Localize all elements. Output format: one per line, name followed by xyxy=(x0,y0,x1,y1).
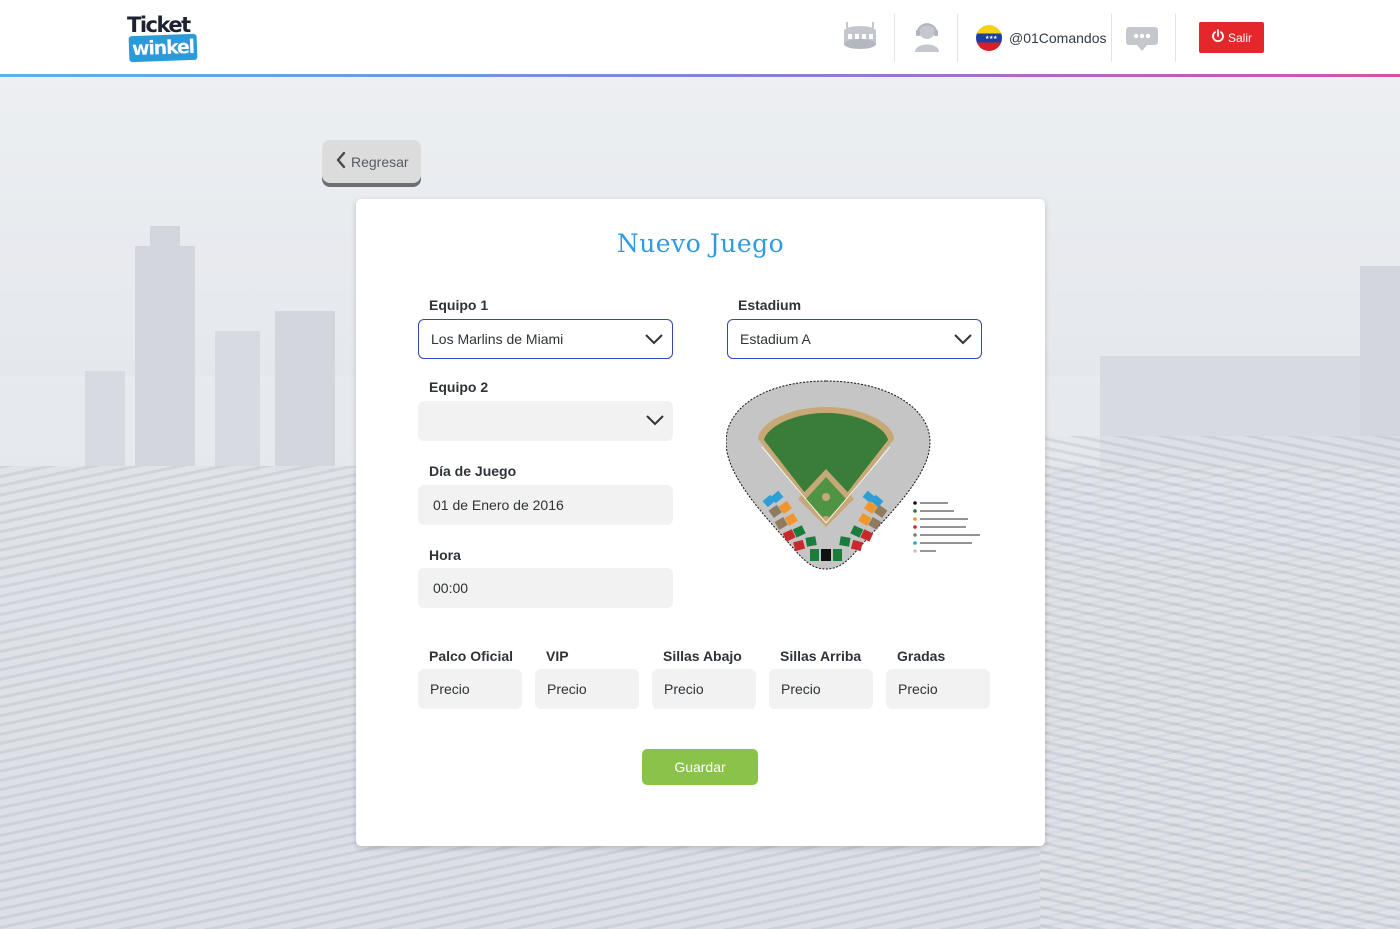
messages-icon[interactable] xyxy=(1125,26,1159,57)
page-title: Nuevo Juego xyxy=(616,229,785,258)
team2-select[interactable] xyxy=(418,401,673,441)
logout-button[interactable]: Salir xyxy=(1199,22,1264,53)
header-gradient-line xyxy=(0,74,1400,77)
price-input-sillas-arriba[interactable]: Precio xyxy=(769,669,873,709)
price-label-palco-oficial: Palco Oficial xyxy=(429,648,514,664)
chevron-down-icon xyxy=(645,413,665,430)
top-bar: Ticket winkel ★★★ @01Comandos Salir xyxy=(0,0,1400,74)
ticketwinkel-logo[interactable]: Ticket winkel xyxy=(127,14,207,64)
price-input-vip[interactable]: Precio xyxy=(535,669,639,709)
chevron-down-icon xyxy=(953,332,973,349)
price-input-palco-oficial[interactable]: Precio xyxy=(418,669,522,709)
price-label-gradas: Gradas xyxy=(897,648,946,664)
stadium-value: Estadium A xyxy=(740,331,811,347)
support-agent-icon[interactable] xyxy=(913,20,941,57)
new-game-form: Nuevo Juego Equipo 1 Los Marlins de Miam… xyxy=(356,199,1045,846)
price-input-sillas-abajo[interactable]: Precio xyxy=(652,669,756,709)
stadium-select[interactable]: Estadium A xyxy=(727,319,982,359)
team1-value: Los Marlins de Miami xyxy=(431,331,564,347)
back-button[interactable]: Regresar xyxy=(322,140,421,183)
time-input[interactable]: 00:00 xyxy=(418,568,673,608)
header-divider xyxy=(894,14,895,62)
username[interactable]: @01Comandos xyxy=(1009,30,1107,46)
back-label: Regresar xyxy=(351,153,409,170)
price-label-sillas-abajo: Sillas Abajo xyxy=(663,648,742,664)
chevron-left-icon xyxy=(335,151,347,172)
price-label-vip: VIP xyxy=(546,648,569,664)
logo-text-ticket: Ticket xyxy=(127,13,191,37)
chevron-down-icon xyxy=(644,332,664,349)
header-divider xyxy=(1111,14,1112,62)
venezuela-flag-icon: ★★★ xyxy=(976,25,1002,51)
logo-text-winkel: winkel xyxy=(128,33,198,63)
price-input-gradas[interactable]: Precio xyxy=(886,669,990,709)
team1-select[interactable]: Los Marlins de Miami xyxy=(418,319,673,359)
logout-label: Salir xyxy=(1227,30,1252,45)
time-label: Hora xyxy=(429,547,461,563)
stadium-icon[interactable] xyxy=(842,22,878,59)
team1-label: Equipo 1 xyxy=(429,297,489,313)
power-icon xyxy=(1211,29,1225,46)
date-input[interactable]: 01 de Enero de 2016 xyxy=(418,485,673,525)
save-button[interactable]: Guardar xyxy=(642,749,758,785)
team2-label: Equipo 2 xyxy=(429,379,489,395)
header-divider xyxy=(957,14,958,62)
header-divider xyxy=(1175,14,1176,62)
price-label-sillas-arriba: Sillas Arriba xyxy=(780,648,862,664)
stadium-label: Estadium xyxy=(738,297,802,313)
date-label: Día de Juego xyxy=(429,463,517,479)
stadium-seating-map xyxy=(725,377,986,577)
